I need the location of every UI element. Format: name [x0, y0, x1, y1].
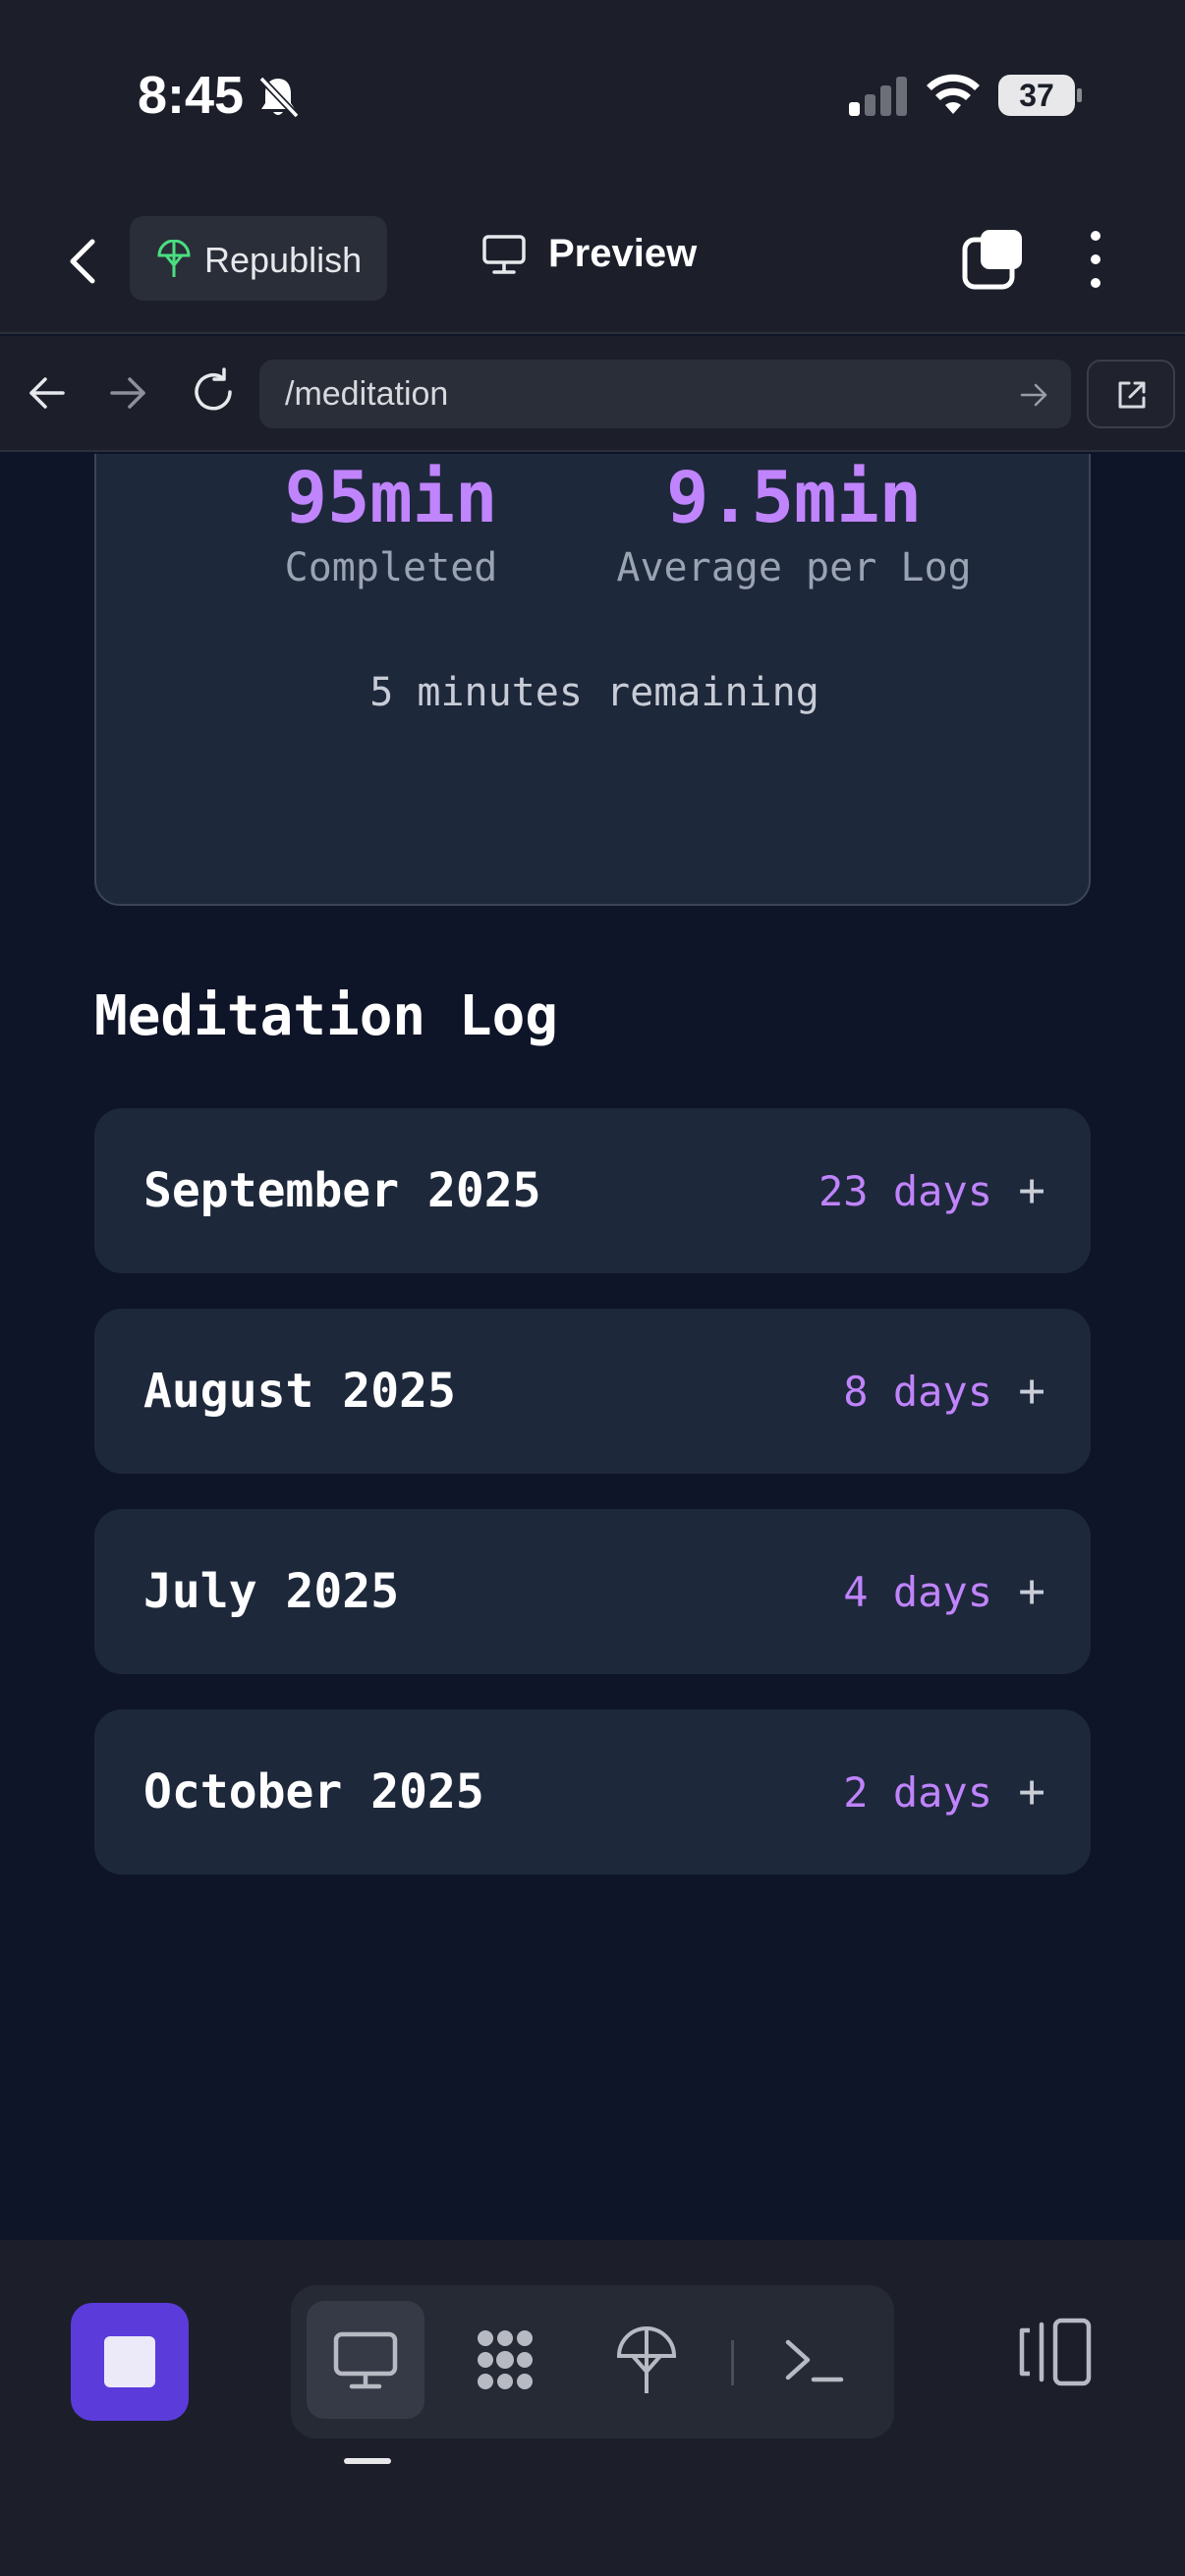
expand-icon[interactable]: +	[1018, 1564, 1045, 1617]
log-month: October 2025	[143, 1764, 484, 1820]
expand-icon[interactable]: +	[1018, 1364, 1045, 1417]
status-time: 8:45	[138, 66, 245, 125]
tool-preview[interactable]	[307, 2301, 424, 2419]
log-item-october[interactable]: October 2025 2 days +	[94, 1709, 1091, 1875]
reload-icon[interactable]	[189, 367, 238, 417]
battery-indicator: 37	[998, 75, 1082, 116]
status-bar: 8:45 37	[0, 0, 1185, 193]
log-month: July 2025	[143, 1564, 400, 1619]
battery-level: 37	[1019, 78, 1054, 113]
wifi-icon	[927, 74, 980, 114]
monitor-icon	[333, 2331, 398, 2389]
log-days: 2 days	[843, 1768, 992, 1817]
active-tab-indicator	[344, 2458, 391, 2464]
url-bar: /meditation	[0, 336, 1185, 452]
back-chevron-icon[interactable]	[59, 230, 108, 293]
tool-terminal[interactable]	[755, 2301, 873, 2419]
split-view-icon[interactable]	[1018, 2315, 1093, 2389]
stop-button[interactable]	[71, 2303, 189, 2421]
average-label: Average per Log	[616, 545, 972, 590]
tool-publish[interactable]	[588, 2301, 705, 2419]
terminal-icon	[785, 2339, 844, 2382]
apps-icon	[478, 2330, 533, 2389]
log-month: August 2025	[143, 1364, 456, 1419]
url-input[interactable]: /meditation	[259, 360, 1071, 428]
go-arrow-icon[interactable]	[1018, 379, 1049, 411]
log-month: September 2025	[143, 1163, 541, 1218]
open-external-icon	[1118, 381, 1146, 409]
antenna-icon	[157, 240, 191, 277]
log-days: 8 days	[843, 1368, 992, 1416]
section-title: Meditation Log	[94, 984, 559, 1048]
signal-icon	[849, 77, 907, 116]
app-bar: Republish Preview	[0, 193, 1185, 334]
bell-slash-icon	[258, 76, 300, 119]
republish-label: Republish	[204, 240, 363, 280]
completed-label: Completed	[284, 545, 498, 590]
arrow-right-icon[interactable]	[106, 371, 149, 415]
tool-apps[interactable]	[446, 2301, 564, 2419]
open-external-button[interactable]	[1087, 360, 1175, 428]
monitor-icon	[482, 235, 526, 274]
publish-icon	[616, 2326, 677, 2393]
log-item-august[interactable]: August 2025 8 days +	[94, 1309, 1091, 1474]
stats-card: 95min Completed 9.5min Average per Log 5…	[94, 454, 1091, 906]
completed-value: 95min	[284, 456, 498, 538]
preview-label: Preview	[548, 232, 698, 275]
log-item-september[interactable]: September 2025 23 days +	[94, 1108, 1091, 1273]
completed-stat: 95min Completed	[244, 456, 538, 597]
bottom-toolbar	[0, 2240, 1185, 2576]
log-days: 4 days	[843, 1568, 992, 1616]
tabs-icon[interactable]	[961, 228, 1024, 291]
log-days: 23 days	[818, 1167, 992, 1215]
toolbar-divider	[731, 2340, 734, 2385]
url-text: /meditation	[285, 375, 449, 413]
more-vertical-icon[interactable]	[1081, 228, 1110, 291]
expand-icon[interactable]: +	[1018, 1764, 1045, 1818]
stop-icon	[104, 2336, 155, 2387]
expand-icon[interactable]: +	[1018, 1163, 1045, 1216]
average-stat: 9.5min Average per Log	[607, 456, 981, 597]
page-content: 95min Completed 9.5min Average per Log 5…	[0, 454, 1185, 2240]
arrow-left-icon[interactable]	[26, 371, 69, 415]
tool-group	[291, 2285, 894, 2438]
average-value: 9.5min	[665, 456, 923, 538]
remaining-text: 5 minutes remaining	[369, 670, 819, 715]
log-item-july[interactable]: July 2025 4 days +	[94, 1509, 1091, 1674]
republish-button[interactable]: Republish	[130, 216, 387, 301]
